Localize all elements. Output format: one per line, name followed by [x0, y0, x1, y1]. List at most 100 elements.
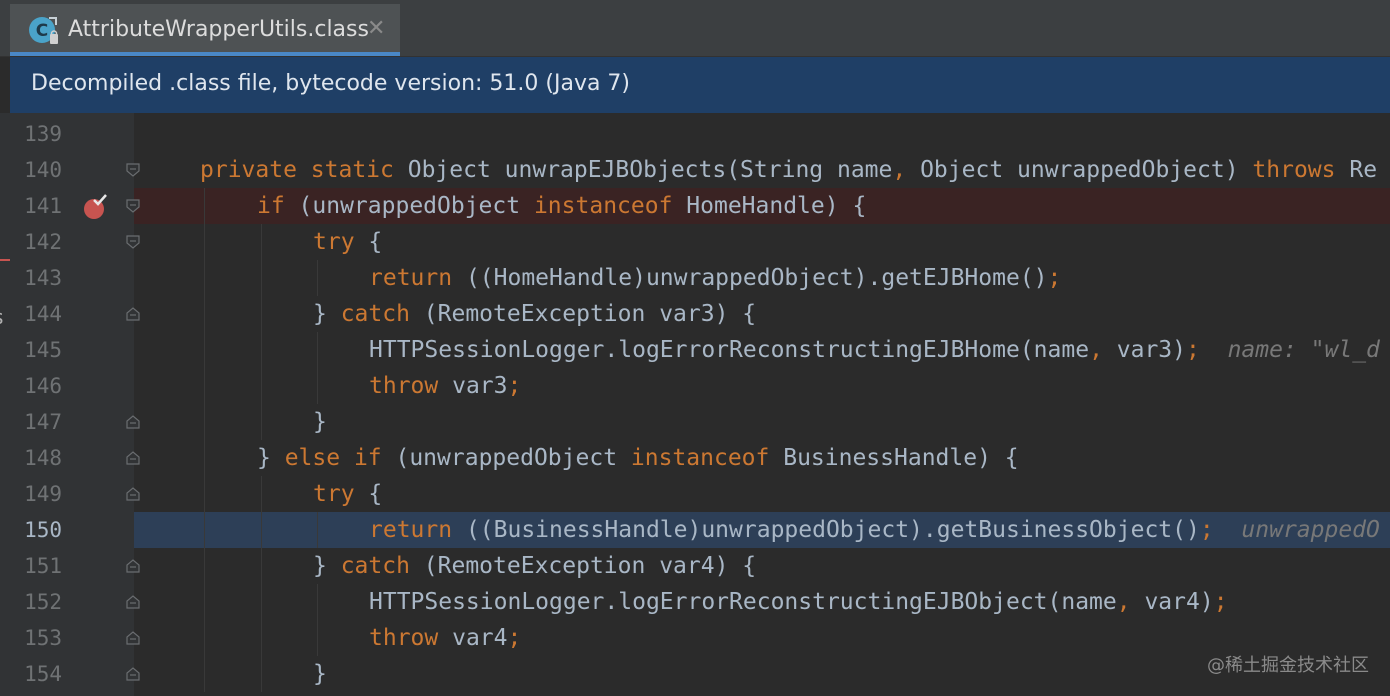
- indent-guide: [261, 548, 262, 584]
- code-text[interactable]: return ((BusinessHandle)unwrappedObject)…: [369, 512, 1380, 548]
- fold-close-icon[interactable]: [126, 631, 140, 645]
- fold-close-icon[interactable]: [126, 559, 140, 573]
- code-line-153[interactable]: 153 throw var4;: [0, 620, 1390, 656]
- line-number[interactable]: 139: [10, 116, 62, 152]
- breakpoint-icon[interactable]: [82, 194, 108, 220]
- code-text[interactable]: if (unwrappedObject instanceof HomeHandl…: [257, 188, 866, 224]
- code-text[interactable]: HTTPSessionLogger.logErrorReconstructing…: [369, 332, 1380, 368]
- editor-tab-attributewrapperutils[interactable]: C AttributeWrapperUtils.class ✕: [10, 4, 400, 56]
- indent-guide: [204, 548, 205, 584]
- code-keyword: ;: [507, 625, 522, 651]
- code-text[interactable]: throw var4;: [369, 620, 521, 656]
- code-text[interactable]: try {: [313, 476, 382, 512]
- code-line-background: [134, 368, 1390, 404]
- indent-guide: [317, 368, 318, 404]
- indent-guide: [261, 224, 262, 260]
- fold-close-icon[interactable]: [126, 595, 140, 609]
- code-line-145[interactable]: 145 HTTPSessionLogger.logErrorReconstruct…: [0, 332, 1390, 368]
- indent-guide: [204, 224, 205, 260]
- line-number[interactable]: 140: [10, 152, 62, 188]
- code-text[interactable]: return ((HomeHandle)unwrappedObject).get…: [369, 260, 1061, 296]
- indent-guide: [204, 188, 205, 224]
- line-number[interactable]: 146: [10, 368, 62, 404]
- fold-close-icon[interactable]: [126, 667, 140, 681]
- code-text[interactable]: } catch (RemoteException var3) {: [313, 296, 756, 332]
- ide-window: C AttributeWrapperUtils.class ✕ Decompil…: [0, 0, 1390, 696]
- code-line-154[interactable]: 154}: [0, 656, 1390, 692]
- fold-open-icon[interactable]: [126, 235, 140, 249]
- inlay-hint: unwrappedO: [1213, 517, 1380, 543]
- tab-close-icon[interactable]: ✕: [367, 15, 385, 43]
- code-keyword: private: [200, 157, 311, 183]
- line-number[interactable]: 144: [10, 296, 62, 332]
- code-keyword: ;: [1213, 589, 1228, 615]
- indent-guide: [204, 476, 205, 512]
- code-line-139[interactable]: 139: [0, 116, 1390, 152]
- line-number[interactable]: 143: [10, 260, 62, 296]
- code-keyword: instanceof: [533, 193, 687, 219]
- code-text[interactable]: private static Object unwrapEJBObjects(S…: [200, 152, 1377, 188]
- code-line-149[interactable]: 149 try {: [0, 476, 1390, 512]
- fold-close-icon[interactable]: [126, 307, 140, 321]
- code-text[interactable]: }: [313, 404, 327, 440]
- code-line-140[interactable]: 140 private static Object unwrapEJBObject…: [0, 152, 1390, 188]
- code-line-148[interactable]: 148 } else if (unwrappedObject instanceof…: [0, 440, 1390, 476]
- code-token: HomeHandle) {: [686, 193, 867, 219]
- code-line-151[interactable]: 151 } catch (RemoteException var4) {: [0, 548, 1390, 584]
- code-keyword: throw: [369, 373, 453, 399]
- indent-guide: [317, 512, 318, 548]
- code-line-150[interactable]: 150 return ((BusinessHandle)unwrappedObje…: [0, 512, 1390, 548]
- code-line-147[interactable]: 147}: [0, 404, 1390, 440]
- code-text[interactable]: try {: [313, 224, 382, 260]
- code-line-144[interactable]: 144 } catch (RemoteException var3) {: [0, 296, 1390, 332]
- code-text[interactable]: } else if (unwrappedObject instanceof Bu…: [257, 440, 1019, 476]
- code-token: {: [368, 481, 383, 507]
- code-line-146[interactable]: 146 throw var3;: [0, 368, 1390, 404]
- code-text[interactable]: } catch (RemoteException var4) {: [313, 548, 756, 584]
- fold-close-icon[interactable]: [126, 487, 140, 501]
- line-number[interactable]: 148: [10, 440, 62, 476]
- code-line-143[interactable]: 143 return ((HomeHandle)unwrappedObject).…: [0, 260, 1390, 296]
- tab-title: AttributeWrapperUtils.class: [68, 17, 369, 42]
- code-token: }: [313, 661, 327, 687]
- line-number[interactable]: 150: [10, 512, 62, 548]
- code-token: ((HomeHandle)unwrappedObject).getEJBHome…: [465, 265, 1048, 291]
- indent-guide: [317, 584, 318, 620]
- line-number[interactable]: 147: [10, 404, 62, 440]
- line-number[interactable]: 145: [10, 332, 62, 368]
- line-number[interactable]: 149: [10, 476, 62, 512]
- line-number[interactable]: 141: [10, 188, 62, 224]
- indent-guide: [261, 296, 262, 332]
- indent-guide: [261, 620, 262, 656]
- fold-open-icon[interactable]: [126, 199, 140, 213]
- line-number[interactable]: 151: [10, 548, 62, 584]
- indent-guide: [204, 440, 205, 476]
- code-text[interactable]: throw var3;: [369, 368, 521, 404]
- line-number[interactable]: 142: [10, 224, 62, 260]
- code-token: (unwrappedObject: [298, 193, 534, 219]
- indent-guide: [204, 260, 205, 296]
- fold-open-icon[interactable]: [126, 163, 140, 177]
- code-token: Object unwrappedObject): [920, 157, 1253, 183]
- code-keyword: ;: [1186, 337, 1200, 363]
- code-keyword: try: [313, 229, 369, 255]
- code-text[interactable]: HTTPSessionLogger.logErrorReconstructing…: [369, 584, 1228, 620]
- code-keyword: catch: [340, 553, 424, 579]
- code-line-141[interactable]: 141 if (unwrappedObject instanceof HomeHa…: [0, 188, 1390, 224]
- fold-close-icon[interactable]: [126, 415, 140, 429]
- code-line-142[interactable]: 142 try {: [0, 224, 1390, 260]
- line-number[interactable]: 152: [10, 584, 62, 620]
- indent-guide: [204, 656, 205, 692]
- code-keyword: ;: [1047, 265, 1062, 291]
- code-token: Re: [1349, 157, 1378, 183]
- code-keyword: ,: [1089, 337, 1117, 363]
- line-number[interactable]: 153: [10, 620, 62, 656]
- code-text[interactable]: }: [313, 656, 327, 692]
- code-line-152[interactable]: 152 HTTPSessionLogger.logErrorReconstruct…: [0, 584, 1390, 620]
- indent-guide: [317, 260, 318, 296]
- fold-close-icon[interactable]: [126, 451, 140, 465]
- inlay-hint: name:: [1199, 337, 1311, 363]
- line-number[interactable]: 154: [10, 656, 62, 692]
- indent-guide: [261, 368, 262, 404]
- code-token: }: [257, 445, 285, 471]
